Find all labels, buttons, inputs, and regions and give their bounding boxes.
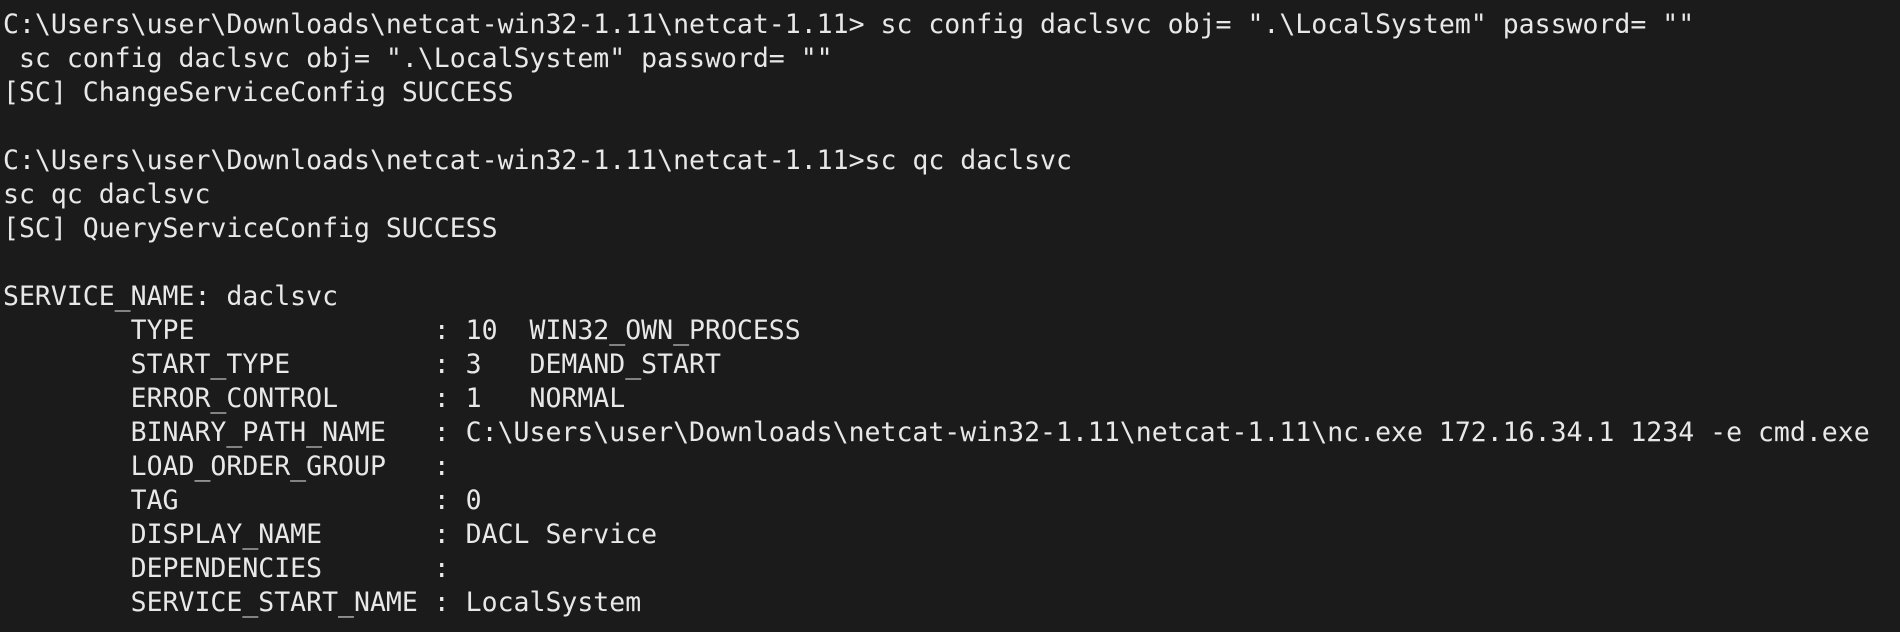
terminal-window[interactable]: C:\Users\user\Downloads\netcat-win32-1.1… — [0, 0, 1900, 632]
query-config-result: [SC] QueryServiceConfig SUCCESS — [3, 213, 498, 244]
dependencies-line: DEPENDENCIES : — [3, 553, 450, 584]
change-config-result: [SC] ChangeServiceConfig SUCCESS — [3, 77, 514, 108]
start-type-line: START_TYPE : 3 DEMAND_START — [3, 349, 721, 380]
load-order-group-line: LOAD_ORDER_GROUP : — [3, 451, 450, 482]
echoed-command-sc-qc: sc qc daclsvc — [3, 179, 211, 210]
command-line-sc-qc: C:\Users\user\Downloads\netcat-win32-1.1… — [3, 145, 1072, 176]
echoed-command-sc-config: sc config daclsvc obj= ".\LocalSystem" p… — [3, 43, 833, 74]
binary-path-line: BINARY_PATH_NAME : C:\Users\user\Downloa… — [3, 417, 1870, 448]
tag-line: TAG : 0 — [3, 485, 482, 516]
error-control-line: ERROR_CONTROL : 1 NORMAL — [3, 383, 626, 414]
command-line-sc-config: C:\Users\user\Downloads\netcat-win32-1.1… — [3, 9, 1695, 40]
service-type-line: TYPE : 10 WIN32_OWN_PROCESS — [3, 315, 801, 346]
display-name-line: DISPLAY_NAME : DACL Service — [3, 519, 658, 550]
service-start-name-line: SERVICE_START_NAME : LocalSystem — [3, 587, 642, 618]
service-name-line: SERVICE_NAME: daclsvc — [3, 281, 339, 312]
